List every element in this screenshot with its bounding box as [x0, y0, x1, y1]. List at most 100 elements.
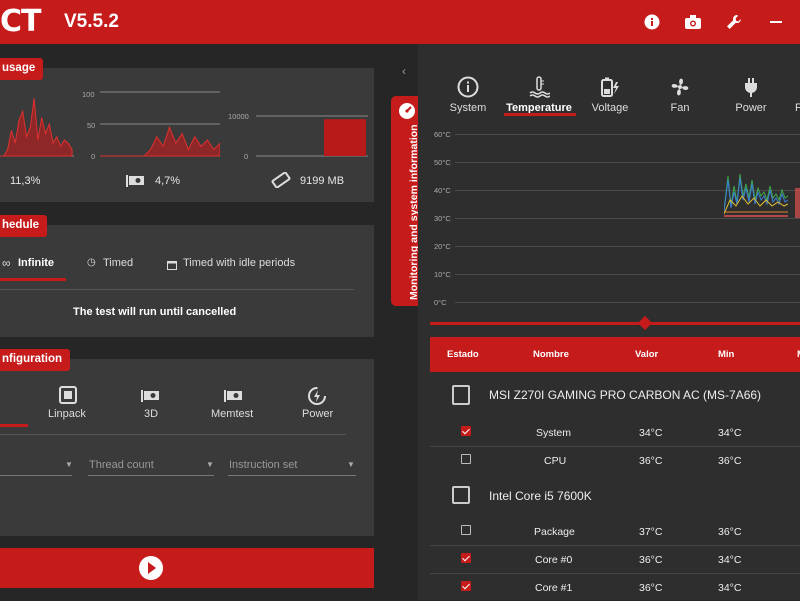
memory-card-icon	[224, 389, 244, 407]
col-valor[interactable]: Valor	[635, 349, 658, 360]
gpu-icon	[126, 175, 146, 190]
ram-stick-icon	[271, 171, 291, 193]
gpu-usage-graph	[100, 91, 220, 157]
tab-more-label: F	[795, 102, 800, 114]
row-checkbox[interactable]	[461, 553, 471, 563]
chevron-down-icon: ▼	[347, 460, 355, 469]
battery-bolt-icon	[574, 74, 646, 100]
tab-fan[interactable]: Fan	[644, 74, 716, 114]
ytick-40: 40°C	[434, 186, 451, 195]
tab-3d[interactable]: 3D	[144, 408, 158, 420]
table-row: Core #0 36°C 34°C	[430, 545, 800, 573]
col-min[interactable]: Min	[718, 349, 734, 360]
row-name: Package	[534, 526, 575, 538]
row-min: 34°C	[718, 554, 742, 566]
ytick-50: 50°C	[434, 158, 451, 167]
camera-icon[interactable]	[681, 10, 705, 34]
tab-temperature[interactable]: Temperature	[503, 74, 575, 114]
row-name: Core #1	[535, 582, 573, 594]
mem-axis-min: 0	[244, 152, 249, 161]
timeline-slider-track[interactable]	[430, 322, 800, 325]
tab-fan-label: Fan	[670, 102, 690, 114]
gpu-axis-0: 0	[91, 152, 96, 161]
app-logo: CT	[0, 4, 41, 39]
table-row: Core #1 36°C 34°C	[430, 573, 800, 601]
app-version: V5.5.2	[64, 11, 119, 32]
thread-count-placeholder: Thread count	[89, 459, 154, 471]
motherboard-icon	[452, 385, 470, 405]
tab-system-label: System	[449, 102, 487, 114]
row-checkbox[interactable]	[461, 454, 471, 464]
tab-power[interactable]: Power	[302, 408, 333, 420]
title-bar: CT V5.5.2	[0, 0, 800, 44]
collapse-chevron-icon[interactable]: ‹	[402, 64, 406, 78]
play-icon	[139, 556, 163, 580]
device-cpu: Intel Core i5 7600K	[430, 474, 800, 518]
tab-infinite[interactable]: Infinite	[18, 257, 54, 269]
infinity-icon: ∞	[2, 256, 11, 270]
gpu-axis-100: 100	[82, 90, 95, 99]
tab-timed[interactable]: Timed	[103, 257, 133, 269]
tab-memtest[interactable]: Memtest	[211, 408, 253, 420]
chip-icon	[59, 386, 77, 409]
row-checkbox[interactable]	[461, 426, 471, 436]
thermometer-icon	[503, 74, 575, 100]
col-estado[interactable]: Estado	[447, 349, 479, 360]
row-value: 36°C	[639, 582, 663, 594]
device-motherboard: MSI Z270I GAMING PRO CARBON AC (MS-7A66)	[430, 373, 800, 417]
gauge-icon	[398, 102, 416, 125]
ytick-10: 10°C	[434, 270, 451, 279]
config-divider	[0, 434, 346, 435]
row-min: 36°C	[718, 526, 742, 538]
row-value: 36°C	[639, 554, 663, 566]
ytick-60: 60°C	[434, 130, 451, 139]
calendar-icon	[167, 257, 177, 275]
temperature-series-edge	[795, 188, 800, 218]
gpu-card-icon	[141, 389, 161, 407]
ytick-20: 20°C	[434, 242, 451, 251]
tab-more[interactable]: F	[760, 74, 800, 114]
tab-linpack[interactable]: Linpack	[48, 408, 86, 420]
tab-timed-idle[interactable]: Timed with idle periods	[183, 257, 295, 269]
ytick-30: 30°C	[434, 214, 451, 223]
ytick-0: 0°C	[434, 298, 447, 307]
schedule-panel: hedule ∞ Infinite ◷ Timed Timed with idl…	[0, 215, 374, 337]
tab-voltage[interactable]: Voltage	[574, 74, 646, 114]
configuration-panel: nfiguration Linpack 3D Memtest Power ▼ T…	[0, 349, 374, 536]
minimize-icon[interactable]	[764, 10, 788, 34]
col-nombre[interactable]: Nombre	[533, 349, 569, 360]
cpu-usage-value: 11,3%	[10, 175, 41, 187]
more-icon	[795, 74, 800, 100]
memory-usage-value: 9199 MB	[300, 175, 345, 187]
table-row: Package 37°C 36°C	[430, 517, 800, 545]
row-name: CPU	[544, 455, 567, 467]
info-icon[interactable]	[640, 10, 664, 34]
schedule-tag: hedule	[0, 215, 48, 237]
row-name: System	[536, 427, 572, 439]
temperature-series-graph	[724, 173, 788, 217]
wrench-icon[interactable]	[722, 10, 746, 34]
row-min: 34°C	[718, 427, 742, 439]
row-min: 34°C	[718, 582, 742, 594]
gpu-usage-value: 4,7%	[155, 175, 181, 187]
device-name: MSI Z270I GAMING PRO CARBON AC (MS-7A66)	[489, 388, 762, 402]
start-test-button[interactable]	[0, 548, 374, 588]
tab-infinite-underline	[0, 278, 66, 281]
memory-usage-graph	[256, 115, 368, 157]
instruction-set-placeholder: Instruction set	[229, 459, 298, 471]
mem-axis-max: 10000	[228, 112, 249, 121]
sensor-table-header: Estado Nombre Valor Min M	[430, 337, 800, 372]
usage-tag: usage	[0, 58, 44, 80]
clock-icon: ◷	[87, 257, 96, 268]
table-row: CPU 36°C 36°C	[430, 446, 800, 474]
chevron-down-icon: ▼	[206, 460, 214, 469]
tab-system[interactable]: System	[432, 74, 504, 114]
tab-voltage-label: Voltage	[591, 102, 629, 114]
row-checkbox[interactable]	[461, 581, 471, 591]
config-tab-underline	[0, 424, 28, 427]
row-checkbox[interactable]	[461, 525, 471, 535]
cpu-usage-graph	[0, 98, 74, 157]
row-min: 36°C	[718, 455, 742, 467]
chevron-down-icon: ▼	[65, 460, 73, 469]
row-name: Core #0	[535, 554, 573, 566]
